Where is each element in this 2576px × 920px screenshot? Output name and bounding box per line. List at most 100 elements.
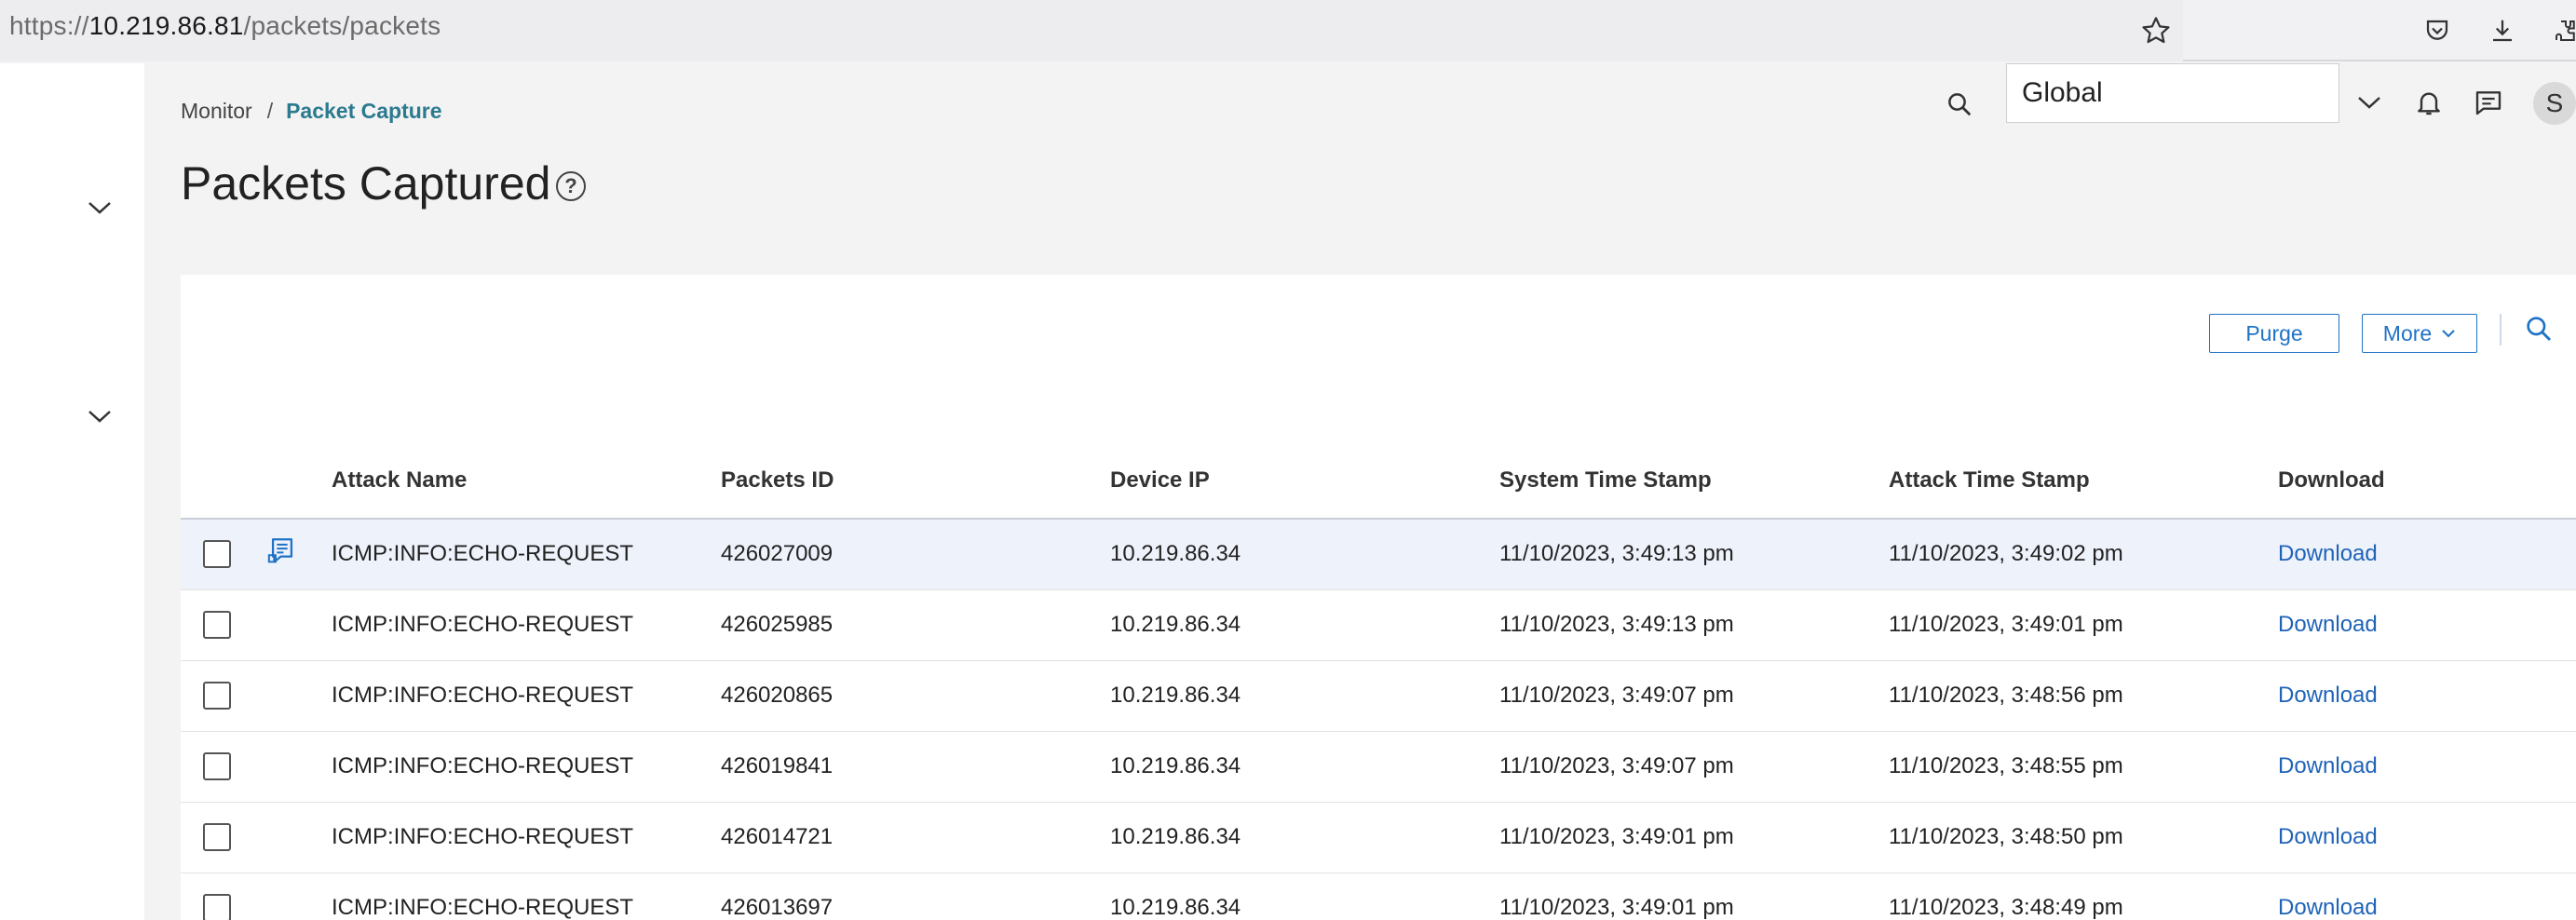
table-row[interactable]: ICMP:INFO:ECHO-REQUEST 426019841 10.219.… bbox=[181, 731, 2576, 803]
address-bar[interactable]: https://10.219.86.81/packets/packets bbox=[0, 0, 2183, 61]
device-ip-cell: 10.219.86.34 bbox=[1110, 802, 1499, 873]
attack-name-cell: ICMP:INFO:ECHO-REQUEST bbox=[332, 873, 721, 920]
download-link[interactable]: Download bbox=[2278, 753, 2378, 778]
breadcrumb: Monitor / Packet Capture bbox=[181, 99, 442, 124]
table-row[interactable]: ICMP:INFO:ECHO-REQUEST 426027009 10.219.… bbox=[181, 519, 2576, 590]
row-icon-cell bbox=[255, 589, 332, 661]
help-icon[interactable]: ? bbox=[556, 171, 586, 201]
packets-id-cell: 426020865 bbox=[721, 660, 1110, 732]
chevron-down-icon[interactable] bbox=[76, 393, 123, 440]
header-system-time-stamp[interactable]: System Time Stamp bbox=[1499, 442, 1889, 520]
system-time-cell: 11/10/2023, 3:49:07 pm bbox=[1499, 660, 1889, 732]
device-ip-cell: 10.219.86.34 bbox=[1110, 589, 1499, 661]
packets-table: Attack Name Packets ID Device IP System … bbox=[181, 442, 2576, 920]
purge-button[interactable]: Purge bbox=[2209, 314, 2339, 353]
attack-name-cell: ICMP:INFO:ECHO-REQUEST bbox=[332, 802, 721, 873]
chevron-down-icon[interactable] bbox=[76, 184, 123, 231]
header-packets-id[interactable]: Packets ID bbox=[721, 442, 1110, 520]
device-ip-cell: 10.219.86.34 bbox=[1110, 519, 1499, 590]
device-ip-cell: 10.219.86.34 bbox=[1110, 731, 1499, 803]
more-button[interactable]: More bbox=[2362, 314, 2477, 353]
row-select-cell bbox=[181, 660, 255, 732]
download-link[interactable]: Download bbox=[2278, 824, 2378, 849]
download-icon[interactable] bbox=[2479, 7, 2526, 54]
url-path: /packets/packets bbox=[243, 11, 441, 40]
packet-details-icon[interactable] bbox=[266, 535, 298, 574]
star-icon[interactable] bbox=[2133, 7, 2179, 54]
attack-time-cell: 11/10/2023, 3:49:01 pm bbox=[1889, 589, 2278, 661]
download-cell: Download bbox=[2278, 589, 2576, 661]
row-checkbox[interactable] bbox=[203, 540, 231, 569]
url-host: 10.219.86.81 bbox=[88, 11, 244, 40]
row-select-cell bbox=[181, 731, 255, 803]
row-checkbox[interactable] bbox=[203, 894, 231, 920]
packets-id-cell: 426013697 bbox=[721, 873, 1110, 920]
download-cell: Download bbox=[2278, 660, 2576, 732]
row-checkbox[interactable] bbox=[203, 823, 231, 851]
attack-name-cell: ICMP:INFO:ECHO-REQUEST bbox=[332, 731, 721, 803]
attack-time-cell: 11/10/2023, 3:48:49 pm bbox=[1889, 873, 2278, 920]
system-time-cell: 11/10/2023, 3:49:01 pm bbox=[1499, 802, 1889, 873]
table-row[interactable]: ICMP:INFO:ECHO-REQUEST 426025985 10.219.… bbox=[181, 589, 2576, 661]
download-link[interactable]: Download bbox=[2278, 683, 2378, 708]
chevron-down-icon bbox=[2442, 330, 2455, 338]
download-cell: Download bbox=[2278, 519, 2576, 590]
breadcrumb-monitor[interactable]: Monitor bbox=[181, 99, 252, 123]
download-cell: Download bbox=[2278, 731, 2576, 803]
header-download[interactable]: Download bbox=[2278, 442, 2576, 520]
header-select bbox=[181, 442, 255, 520]
attack-name-cell: ICMP:INFO:ECHO-REQUEST bbox=[332, 589, 721, 661]
row-select-cell bbox=[181, 873, 255, 920]
packets-id-cell: 426027009 bbox=[721, 519, 1110, 590]
packets-id-cell: 426025985 bbox=[721, 589, 1110, 661]
attack-name-cell: ICMP:INFO:ECHO-REQUEST bbox=[332, 660, 721, 732]
download-cell: Download bbox=[2278, 873, 2576, 920]
url-scheme: https:// bbox=[9, 11, 89, 40]
attack-name-cell: ICMP:INFO:ECHO-REQUEST bbox=[332, 519, 721, 590]
system-time-cell: 11/10/2023, 3:49:07 pm bbox=[1499, 731, 1889, 803]
message-icon[interactable] bbox=[2468, 82, 2509, 123]
row-icon-cell bbox=[255, 873, 332, 920]
header-attack-time-stamp[interactable]: Attack Time Stamp bbox=[1889, 442, 2278, 520]
scope-select[interactable]: Global bbox=[2006, 63, 2339, 123]
download-cell: Download bbox=[2278, 802, 2576, 873]
page-title: Packets Captured bbox=[181, 157, 551, 210]
row-checkbox[interactable] bbox=[203, 611, 231, 639]
row-icon-cell bbox=[255, 802, 332, 873]
row-select-cell bbox=[181, 802, 255, 873]
attack-time-cell: 11/10/2023, 3:49:02 pm bbox=[1889, 519, 2278, 590]
header-attack-name[interactable]: Attack Name bbox=[332, 442, 721, 520]
extensions-icon[interactable] bbox=[2542, 7, 2576, 54]
device-ip-cell: 10.219.86.34 bbox=[1110, 660, 1499, 732]
attack-time-cell: 11/10/2023, 3:48:50 pm bbox=[1889, 802, 2278, 873]
row-icon-cell bbox=[255, 660, 332, 732]
header-device-ip[interactable]: Device IP bbox=[1110, 442, 1499, 520]
breadcrumb-packet-capture[interactable]: Packet Capture bbox=[286, 99, 441, 123]
more-button-label: More bbox=[2382, 320, 2433, 345]
table-row[interactable]: ICMP:INFO:ECHO-REQUEST 426020865 10.219.… bbox=[181, 660, 2576, 732]
search-icon[interactable] bbox=[1939, 84, 1980, 125]
system-time-cell: 11/10/2023, 3:49:13 pm bbox=[1499, 519, 1889, 590]
packets-id-cell: 426019841 bbox=[721, 731, 1110, 803]
download-link[interactable]: Download bbox=[2278, 612, 2378, 637]
table-header-row: Attack Name Packets ID Device IP System … bbox=[181, 442, 2576, 520]
breadcrumb-separator: / bbox=[266, 99, 274, 123]
table-row[interactable]: ICMP:INFO:ECHO-REQUEST 426014721 10.219.… bbox=[181, 802, 2576, 873]
chevron-down-icon[interactable] bbox=[2349, 82, 2390, 123]
avatar[interactable]: S bbox=[2533, 82, 2576, 125]
pocket-icon[interactable] bbox=[2414, 7, 2461, 54]
table-row[interactable]: ICMP:INFO:ECHO-REQUEST 426013697 10.219.… bbox=[181, 873, 2576, 920]
bell-icon[interactable] bbox=[2408, 82, 2449, 123]
url-text[interactable]: https://10.219.86.81/packets/packets bbox=[9, 11, 441, 41]
download-link[interactable]: Download bbox=[2278, 895, 2378, 920]
packets-panel: Purge More Attack Name Packets ID Device… bbox=[181, 275, 2576, 920]
download-link[interactable]: Download bbox=[2278, 541, 2378, 566]
system-time-cell: 11/10/2023, 3:49:01 pm bbox=[1499, 873, 1889, 920]
row-checkbox[interactable] bbox=[203, 682, 231, 710]
row-select-cell bbox=[181, 519, 255, 590]
search-icon[interactable] bbox=[2518, 308, 2559, 349]
header-icon bbox=[255, 442, 332, 520]
attack-time-cell: 11/10/2023, 3:48:56 pm bbox=[1889, 660, 2278, 732]
row-icon-cell bbox=[255, 519, 332, 590]
row-checkbox[interactable] bbox=[203, 752, 231, 780]
